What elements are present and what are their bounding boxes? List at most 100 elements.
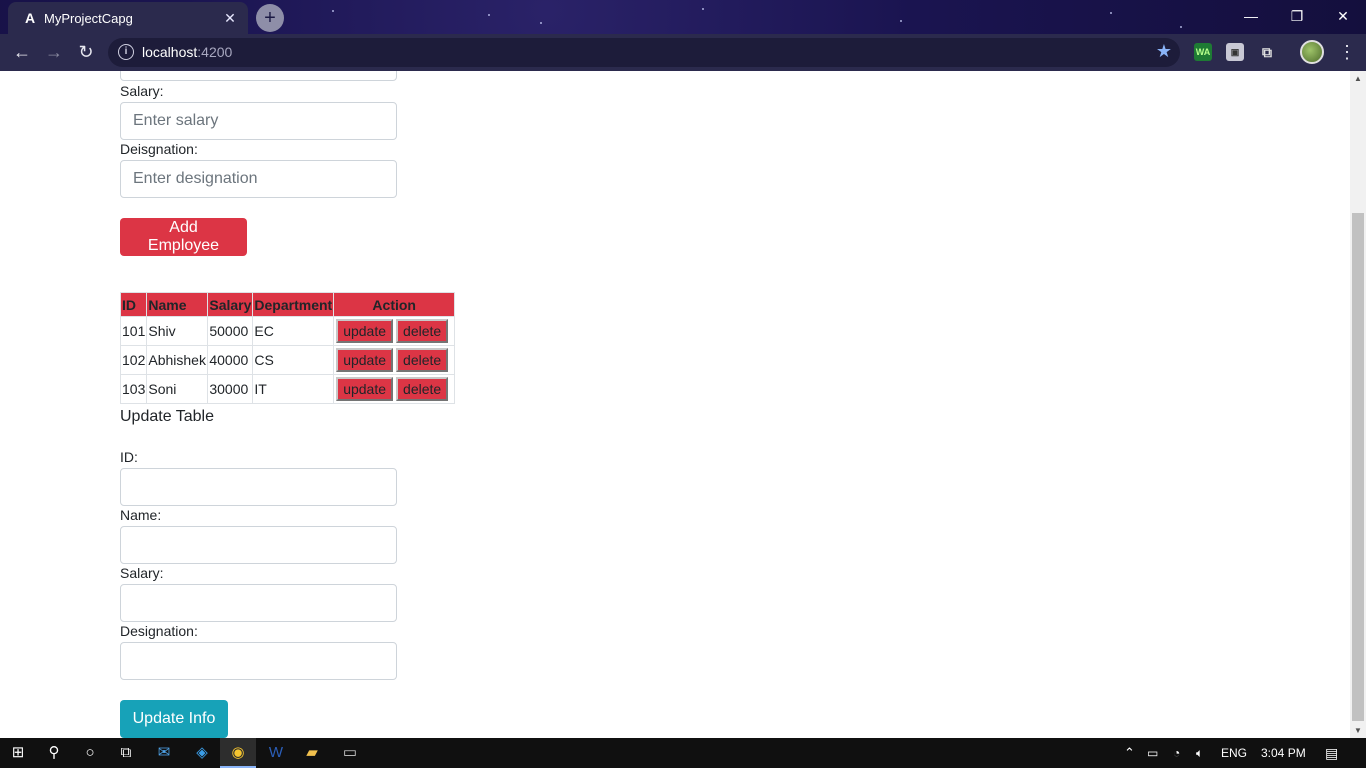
chrome-icon[interactable]: ◉	[220, 738, 256, 768]
cell-id: 101	[119, 316, 148, 346]
tray-chevron-icon[interactable]: ⌃	[1124, 738, 1135, 768]
update-id-input[interactable]	[120, 468, 397, 506]
header-department: Department	[252, 292, 335, 317]
cell-name: Abhishek	[146, 345, 209, 375]
cell-actions: update delete	[333, 316, 456, 346]
notifications-icon[interactable]: ▤	[1325, 738, 1338, 768]
update-button[interactable]: update	[336, 348, 394, 372]
whatsapp-extension-icon[interactable]: WA	[1194, 43, 1212, 61]
task-view-icon[interactable]: ⧉	[108, 738, 144, 768]
header-salary: Salary	[207, 292, 254, 317]
file-explorer-icon[interactable]: ▰	[294, 738, 330, 768]
minimize-button[interactable]: —	[1228, 0, 1274, 32]
table-header-row: ID Name Salary Department Action	[119, 292, 456, 317]
extension-icon[interactable]: ▣	[1226, 43, 1244, 61]
update-designation-input[interactable]	[120, 642, 397, 680]
update-salary-label: Salary:	[120, 565, 164, 581]
cell-salary: 40000	[207, 345, 254, 375]
background-star	[332, 10, 334, 12]
salary-label: Salary:	[120, 83, 164, 99]
vscode-icon[interactable]: ◈	[184, 738, 220, 768]
update-id-label: ID:	[120, 449, 138, 465]
cell-name: Soni	[146, 374, 209, 404]
battery-icon[interactable]: ▭	[1147, 738, 1158, 768]
clock-time[interactable]: 3:04 PM	[1261, 738, 1306, 768]
command-prompt-icon[interactable]: ▭	[332, 738, 368, 768]
wifi-icon[interactable]: ◔	[1173, 738, 1180, 768]
delete-button[interactable]: delete	[396, 319, 449, 343]
background-star	[702, 8, 704, 10]
window-close-button[interactable]: ✕	[1320, 0, 1366, 32]
scroll-up-icon[interactable]: ▲	[1354, 74, 1362, 83]
browser-tab[interactable]: A MyProjectCapg ✕	[8, 2, 248, 34]
mail-app-icon[interactable]: ✉	[146, 738, 182, 768]
update-table-heading: Update Table	[120, 408, 214, 425]
cell-department: IT	[252, 374, 335, 404]
table-row: 101 Shiv 50000 EC update delete	[119, 316, 456, 346]
cell-name: Shiv	[146, 316, 209, 346]
update-name-label: Name:	[120, 507, 162, 523]
reload-button[interactable]: ↻	[72, 38, 100, 66]
language-indicator[interactable]: ENG	[1221, 738, 1247, 768]
salary-input[interactable]	[120, 102, 397, 140]
cell-id: 103	[119, 374, 148, 404]
table-row: 103 Soni 30000 IT update delete	[119, 374, 456, 404]
cell-salary: 30000	[207, 374, 254, 404]
background-star	[540, 22, 542, 24]
restore-button[interactable]: ❐	[1274, 0, 1320, 32]
site-info-icon[interactable]: i	[118, 44, 134, 60]
windows-start-icon[interactable]: ⊞	[0, 738, 36, 768]
update-designation-label: Designation:	[120, 623, 198, 639]
page-scrollbar[interactable]: ▲ ▼	[1350, 71, 1366, 738]
cell-id: 102	[119, 345, 148, 375]
cell-actions: update delete	[333, 374, 456, 404]
url-host: localhost	[142, 44, 198, 60]
background-star	[900, 20, 902, 22]
volume-icon[interactable]: 🔈︎	[1196, 738, 1203, 768]
name-input[interactable]	[120, 71, 397, 81]
update-name-input[interactable]	[120, 526, 397, 564]
profile-avatar[interactable]	[1300, 40, 1324, 64]
update-info-button[interactable]: Update Info	[120, 700, 228, 738]
background-star	[488, 14, 490, 16]
tab-close-icon[interactable]: ✕	[220, 8, 240, 28]
designation-label: Deisgnation:	[120, 141, 198, 157]
word-icon[interactable]: W	[258, 738, 294, 768]
address-bar[interactable]: i localhost:4200 ★	[108, 38, 1180, 67]
forward-button[interactable]: →	[40, 38, 68, 66]
cell-salary: 50000	[207, 316, 254, 346]
update-salary-input[interactable]	[120, 584, 397, 622]
add-employee-button[interactable]: Add Employee	[120, 218, 247, 256]
designation-input[interactable]	[120, 160, 397, 198]
browser-toolbar: ← → ↻ i localhost:4200 ★ WA ▣ ⧉ ⋮	[0, 34, 1366, 71]
search-icon[interactable]: ⚲	[36, 738, 72, 768]
update-button[interactable]: update	[336, 377, 394, 401]
cell-department: EC	[252, 316, 335, 346]
scrollbar-thumb[interactable]	[1352, 213, 1364, 721]
back-button[interactable]: ←	[8, 38, 36, 66]
scroll-down-icon[interactable]: ▼	[1354, 726, 1362, 735]
new-tab-button[interactable]: +	[256, 4, 284, 32]
background-star	[1110, 12, 1112, 14]
angular-favicon-icon: A	[24, 10, 36, 26]
table-row: 102 Abhishek 40000 CS update delete	[119, 345, 456, 375]
cast-icon[interactable]: ⧉	[1258, 43, 1276, 61]
cell-actions: update delete	[333, 345, 456, 375]
page-content: Salary: Deisgnation: Add Employee ID Nam…	[0, 71, 1350, 738]
cortana-icon[interactable]: ○	[72, 738, 108, 768]
windows-taskbar: ⊞ ⚲ ○ ⧉ ✉ ◈ ◉ W ▰ ▭ ⌃ ▭ ◔ 🔈︎ ENG 3:04 PM…	[0, 738, 1366, 768]
delete-button[interactable]: delete	[396, 348, 449, 372]
delete-button[interactable]: delete	[396, 377, 449, 401]
browser-menu-icon[interactable]: ⋮	[1338, 40, 1356, 64]
header-action: Action	[333, 292, 456, 317]
address-url: localhost:4200	[142, 44, 232, 60]
tab-title: MyProjectCapg	[44, 11, 133, 26]
header-name: Name	[146, 292, 209, 317]
url-port: :4200	[197, 44, 233, 60]
cell-department: CS	[252, 345, 335, 375]
update-button[interactable]: update	[336, 319, 394, 343]
bookmark-star-icon[interactable]: ★	[1156, 41, 1172, 62]
employee-table: ID Name Salary Department Action 101 Shi…	[119, 292, 456, 404]
background-star	[1180, 26, 1182, 28]
header-id: ID	[119, 292, 148, 317]
